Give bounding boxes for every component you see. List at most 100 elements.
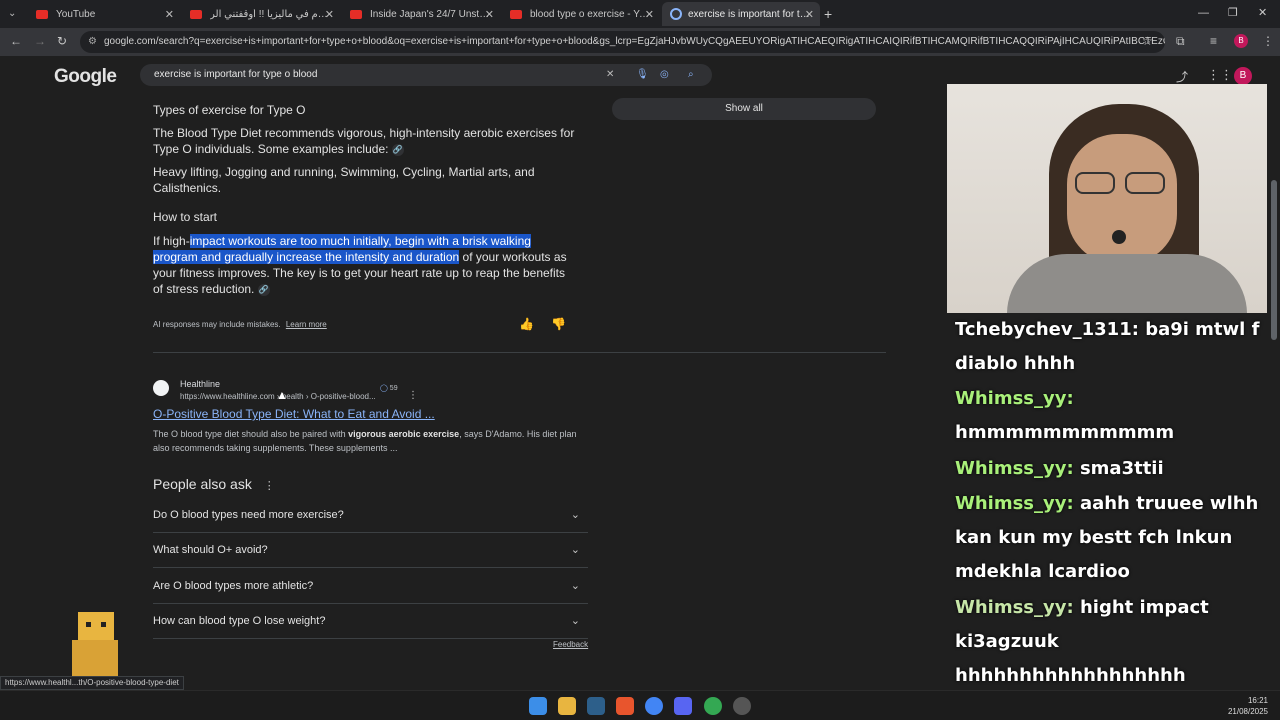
search-icon[interactable]: ⌕	[688, 64, 694, 86]
show-all-button[interactable]: Show all	[612, 98, 876, 120]
question-text: Are O blood types more athletic?	[153, 580, 314, 592]
close-icon[interactable]: ✕	[485, 8, 494, 21]
chat-message: Tchebychev_1311: ba9i mtwl f diablo hhhh	[955, 313, 1263, 381]
close-window-icon[interactable]: ✕	[1258, 6, 1267, 19]
close-icon[interactable]: ✕	[805, 8, 814, 21]
close-icon[interactable]: ✕	[165, 8, 174, 21]
brave-browser-icon[interactable]	[616, 697, 634, 715]
apps-grid-icon[interactable]: ⋮⋮	[1207, 67, 1233, 83]
discord-icon[interactable]	[674, 697, 692, 715]
site-info-icon[interactable]: ⚙	[88, 31, 97, 53]
result-title-link[interactable]: O-Positive Blood Type Diet: What to Eat …	[153, 407, 435, 421]
tab-japan[interactable]: Inside Japan's 24/7 Unstaffed T ✕	[342, 2, 500, 26]
link-icon[interactable]: 🔗	[391, 143, 404, 156]
paa-question[interactable]: How can blood type O lose weight? ⌄	[153, 604, 588, 639]
ai-text: The Blood Type Diet recommends vigorous,…	[153, 126, 575, 156]
new-tab-icon[interactable]: +	[824, 6, 832, 22]
clear-icon[interactable]: ✕	[606, 64, 614, 86]
snippet-bold: vigorous aerobic exercise	[348, 429, 460, 439]
minimize-icon[interactable]: —	[1198, 7, 1209, 19]
results-area: Types of exercise for Type O Show all Th…	[0, 96, 940, 690]
microphone-icon[interactable]: 🎙	[636, 64, 649, 86]
tab-blood-type[interactable]: blood type o exercise - YouTub ✕	[502, 2, 660, 26]
snippet-a: The O blood type diet should also be pai…	[153, 429, 349, 439]
chat-text: sma3ttii	[1073, 458, 1164, 479]
streamer-face	[1067, 134, 1177, 264]
address-bar[interactable]: ⚙ google.com/search?q=exercise+is+import…	[80, 31, 1165, 53]
more-options-icon[interactable]: ⋮	[408, 390, 418, 401]
feedback-link[interactable]: Feedback	[553, 640, 588, 649]
stream-chat: Tchebychev_1311: ba9i mtwl f diablo hhhh…	[947, 313, 1267, 690]
webcam-overlay	[947, 84, 1267, 313]
obs-icon[interactable]	[733, 697, 751, 715]
tab-google-search[interactable]: exercise is important for type o ✕	[662, 2, 820, 26]
chevron-down-icon: ⌄	[570, 544, 580, 556]
tab-title: YouTube	[56, 8, 96, 20]
restore-icon[interactable]: ❐	[1228, 6, 1238, 19]
lens-icon[interactable]: ◎	[660, 64, 669, 86]
link-icon[interactable]: 🔗	[257, 283, 270, 296]
chrome-active-icon[interactable]	[704, 697, 722, 715]
close-icon[interactable]: ✕	[325, 8, 334, 21]
thumbs-down-icon[interactable]: 👎	[551, 317, 566, 331]
url-text: google.com/search?q=exercise+is+importan…	[104, 36, 1165, 47]
chat-message: Whimss_yy: aahh truuee wlhh kan kun my b…	[955, 487, 1263, 589]
chat-username: Whimss_yy:	[955, 493, 1074, 514]
google-logo[interactable]: Google	[54, 66, 117, 88]
chat-message: Whimss_yy: hight impact ki3agzuuk hhhhhh…	[955, 591, 1263, 693]
bookmark-star-icon[interactable]: ☆	[1142, 34, 1153, 48]
divider	[153, 352, 886, 353]
account-avatar[interactable]: B	[1234, 67, 1252, 85]
media-icon[interactable]: ≡	[1210, 34, 1217, 48]
question-text: How can blood type O lose weight?	[153, 615, 326, 627]
windows-start-icon[interactable]	[529, 697, 547, 715]
search-query: exercise is important for type o blood	[154, 69, 318, 80]
tab-youtube[interactable]: YouTube ✕	[28, 2, 180, 26]
forward-icon[interactable]: →	[34, 34, 46, 48]
page-scrollbar[interactable]	[1271, 180, 1277, 340]
tab-title: اول يوم في ماليزيا !! أوقفتني الر	[210, 8, 332, 20]
mouse-cursor-icon: ▲	[276, 388, 288, 402]
question-text: What should O+ avoid?	[153, 544, 268, 556]
chrome-icon[interactable]	[645, 697, 663, 715]
app-icon[interactable]	[587, 697, 605, 715]
disclaimer-text: AI responses may include mistakes.	[153, 320, 281, 329]
result-site-name[interactable]: Healthline	[180, 379, 220, 389]
chat-username: Whimss_yy:	[955, 388, 1074, 409]
badge-count: 59	[389, 385, 398, 392]
circle-icon: ◯	[380, 385, 388, 392]
paa-title: People also ask ⋮	[153, 476, 275, 492]
extensions-icon[interactable]: ⧉	[1176, 34, 1185, 49]
youtube-icon	[350, 9, 362, 19]
profile-avatar[interactable]: B	[1234, 34, 1248, 48]
file-explorer-icon[interactable]	[558, 697, 576, 715]
question-text: Do O blood types need more exercise?	[153, 509, 344, 521]
headset-mic	[1112, 230, 1126, 244]
menu-icon[interactable]: ⋮	[1262, 34, 1274, 48]
thumbs-up-icon[interactable]: 👍	[519, 317, 534, 331]
more-options-icon[interactable]: ⋮	[264, 480, 275, 492]
chat-message: Whimss_yy: hmmmmmmmmmmm	[955, 382, 1263, 450]
back-icon[interactable]: ←	[10, 34, 22, 48]
browser-toolbar: ← → ↻ ⚙ google.com/search?q=exercise+is+…	[0, 28, 1280, 56]
close-icon[interactable]: ✕	[645, 8, 654, 21]
ai-paragraph-2: Heavy lifting, Jogging and running, Swim…	[153, 165, 535, 195]
paa-question[interactable]: Do O blood types need more exercise? ⌄	[153, 498, 588, 533]
section-title: Types of exercise for Type O	[153, 103, 306, 117]
taskbar: 16:21 21/08/2025	[0, 690, 1280, 720]
reload-icon[interactable]: ↻	[57, 34, 67, 48]
system-clock[interactable]: 16:21 21/08/2025	[1220, 695, 1268, 717]
paa-question[interactable]: What should O+ avoid? ⌄	[153, 533, 588, 568]
youtube-icon	[190, 9, 202, 19]
search-input[interactable]: exercise is important for type o blood ✕…	[140, 64, 712, 86]
paa-question[interactable]: Are O blood types more athletic? ⌄	[153, 569, 588, 604]
logo-text: Google	[54, 66, 117, 87]
chat-username: Whimss_yy:	[955, 597, 1074, 618]
chevron-down-icon: ⌄	[570, 509, 580, 521]
youtube-icon	[510, 9, 522, 19]
tab-malaysia[interactable]: اول يوم في ماليزيا !! أوقفتني الر ✕	[182, 2, 340, 26]
tab-search-icon[interactable]: ⌄	[8, 8, 16, 19]
share-icon[interactable]: ⤴	[1176, 68, 1188, 85]
chevron-down-icon: ⌄	[570, 615, 580, 627]
learn-more-link[interactable]: Learn more	[286, 320, 327, 329]
